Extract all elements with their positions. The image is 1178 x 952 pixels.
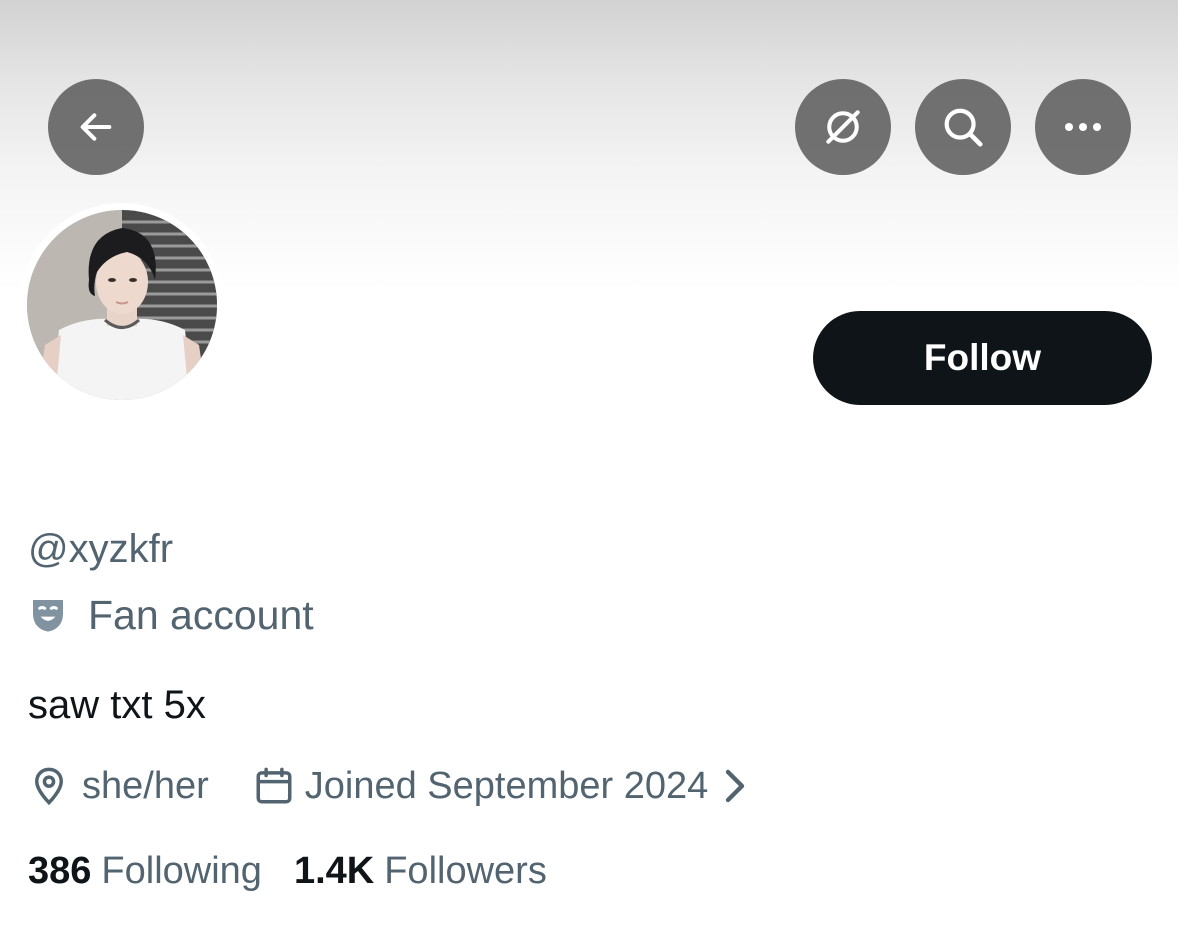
calendar-icon	[256, 767, 292, 804]
profile-bio: saw txt 5x	[28, 683, 206, 727]
follow-button[interactable]: Follow	[813, 311, 1152, 405]
search-icon	[944, 108, 983, 147]
followers-count: 1.4K	[293, 849, 375, 892]
arrow-left-icon	[80, 113, 112, 141]
chevron-right-icon	[726, 769, 745, 803]
joined-text: Joined September 2024	[304, 764, 709, 807]
location-text: she/her	[82, 764, 209, 807]
following-label: Following	[101, 849, 262, 892]
joined-item[interactable]: Joined September 2024	[253, 765, 751, 808]
profile-meta: she/her Joined September 2024	[28, 760, 750, 812]
grok-button[interactable]	[795, 79, 891, 175]
category-label: Fan account	[88, 591, 314, 638]
profile-page: Follow @xyzkfr Fan account saw txt 5x sh…	[0, 0, 1178, 952]
profile-category: Fan account	[28, 591, 314, 639]
back-button[interactable]	[48, 79, 144, 175]
avatar[interactable]	[27, 210, 217, 400]
profile-handle: @xyzkfr	[28, 527, 174, 571]
followers-label: Followers	[384, 849, 547, 892]
location-pin-icon	[34, 767, 64, 806]
following-link[interactable]: 386 Following	[28, 850, 262, 893]
following-count: 386	[28, 849, 92, 892]
theater-mask-icon	[33, 600, 63, 632]
grok-icon	[826, 110, 860, 144]
more-button[interactable]	[1035, 79, 1131, 175]
location-item: she/her	[28, 765, 209, 808]
more-horizontal-icon	[1065, 123, 1101, 131]
avatar-ring	[20, 203, 224, 407]
followers-link[interactable]: 1.4K Followers	[294, 850, 547, 893]
profile-stats: 386 Following 1.4K Followers	[28, 845, 547, 897]
search-button[interactable]	[915, 79, 1011, 175]
